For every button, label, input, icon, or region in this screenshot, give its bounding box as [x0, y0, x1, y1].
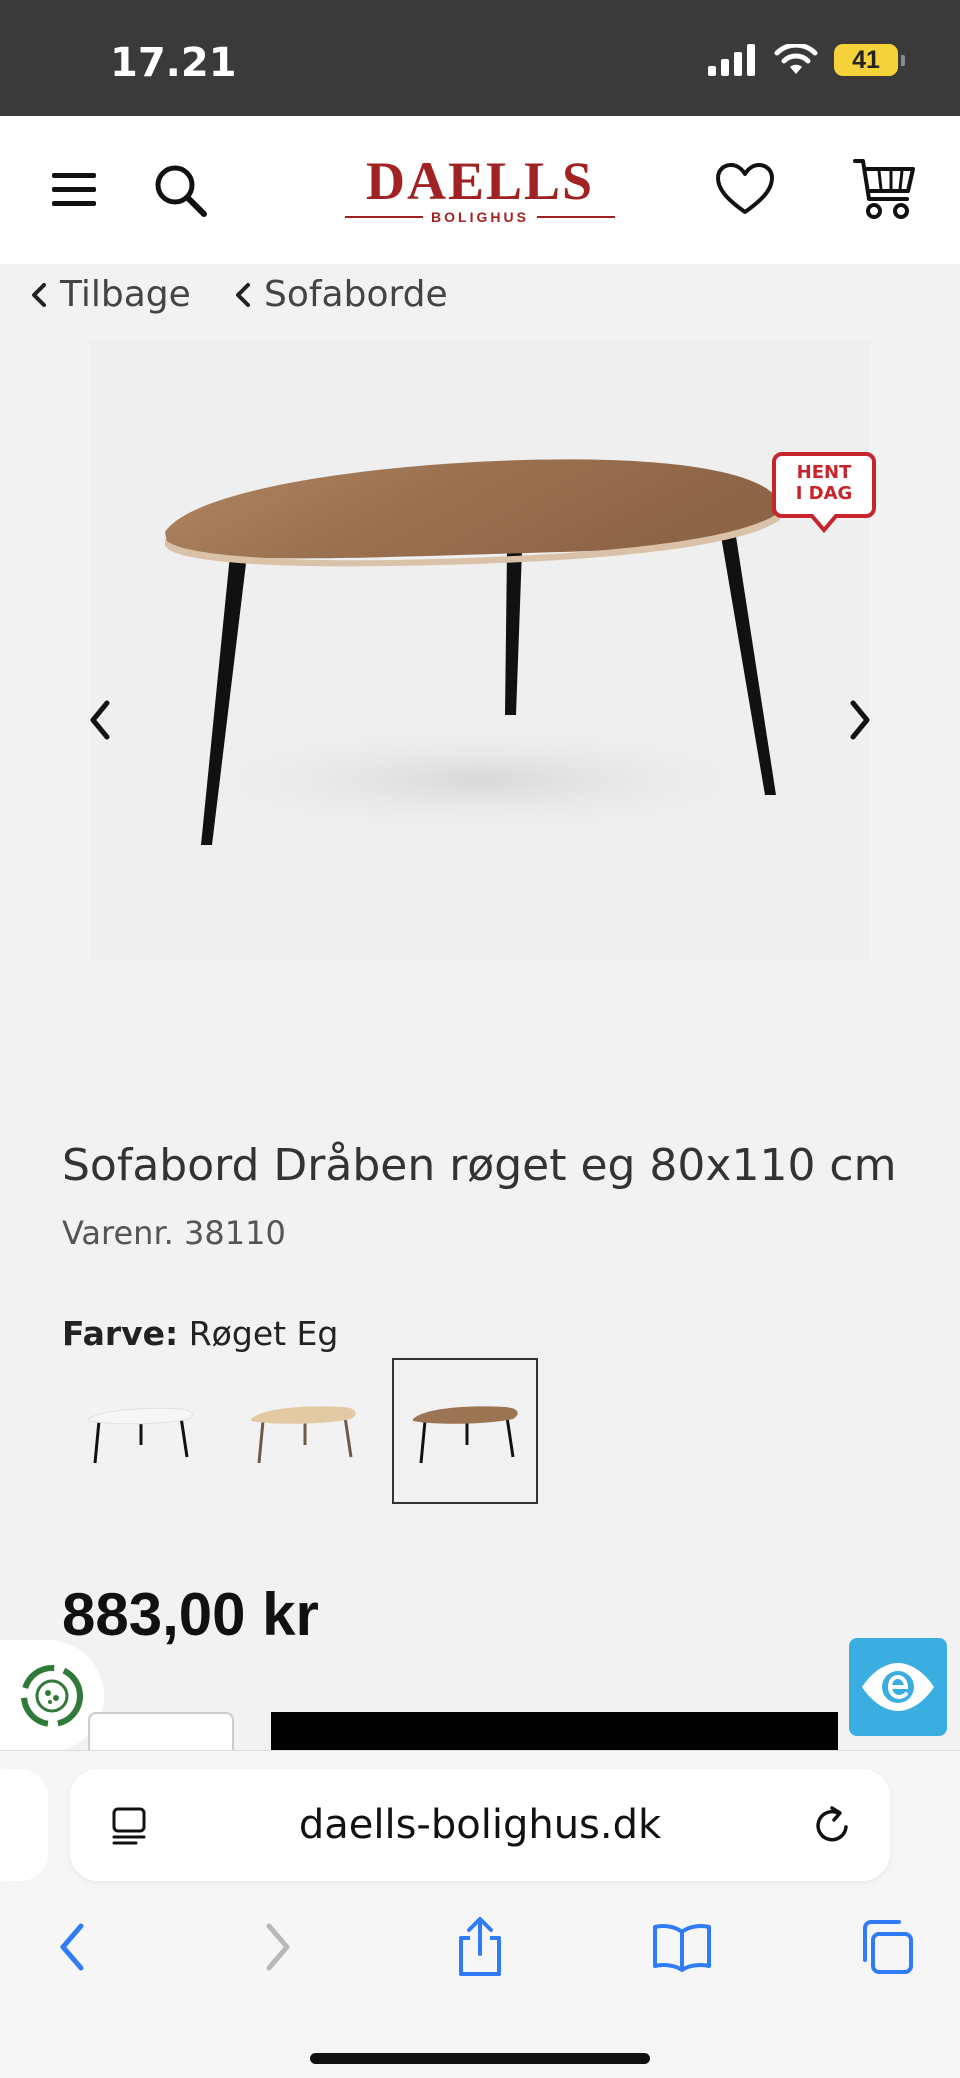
browser-back-button[interactable]: [36, 1911, 108, 1983]
product-title: Sofabord Dråben røget eg 80x110 cm: [62, 1140, 897, 1191]
reload-icon[interactable]: [812, 1805, 854, 1847]
badge-line-2: I DAG: [795, 483, 853, 504]
category-link-label: Sofaborde: [264, 274, 448, 315]
home-indicator[interactable]: [310, 2053, 650, 2064]
chevron-left-icon: [236, 282, 250, 307]
gallery-prev-button[interactable]: [70, 690, 130, 750]
wifi-icon: [774, 44, 818, 74]
browser-chrome: daells-bolighus.dk: [0, 1750, 960, 2078]
color-label: Farve:: [62, 1314, 179, 1353]
chevron-left-icon: [32, 282, 46, 307]
quantity-selector[interactable]: [88, 1712, 234, 1752]
logo-subline: BOLIGHUS: [345, 209, 615, 225]
logo-subtitle: BOLIGHUS: [431, 209, 529, 225]
chevron-left-icon: [60, 1923, 84, 1971]
site-logo[interactable]: DAELLS BOLIGHUS: [345, 154, 615, 230]
category-link[interactable]: Sofaborde: [234, 274, 448, 315]
share-button[interactable]: [444, 1911, 516, 1983]
menu-button[interactable]: [44, 160, 104, 220]
back-link[interactable]: Tilbage: [30, 274, 191, 315]
battery-indicator: 41: [834, 44, 905, 76]
chevron-left-icon: [90, 700, 110, 740]
chevron-right-icon: [850, 700, 870, 740]
logo-line-right: [536, 216, 615, 218]
tabs-button[interactable]: [850, 1911, 922, 1983]
share-icon: [459, 1917, 501, 1976]
cellular-signal-icon: [708, 44, 755, 76]
pickup-today-badge: HENT I DAG: [772, 452, 876, 534]
add-to-cart-button[interactable]: [271, 1712, 838, 1752]
status-bar: 17.21 41: [0, 0, 960, 116]
product-image: [150, 459, 810, 845]
color-value: Røget Eg: [188, 1314, 339, 1353]
logo-line-left: [345, 216, 424, 218]
color-swatch-smoked-oak[interactable]: [392, 1358, 538, 1504]
product-sku: Varenr. 38110: [62, 1214, 286, 1252]
heart-icon: [716, 163, 774, 214]
swatch-table-thumbnail: [413, 1406, 518, 1464]
eye-accessibility-icon: [862, 1663, 934, 1711]
swatch-table-thumbnail: [88, 1407, 193, 1464]
open-book-icon: [653, 1924, 711, 1972]
product-image-gallery[interactable]: [90, 340, 870, 960]
url-text: daells-bolighus.dk: [298, 1802, 662, 1848]
battery-level: 41: [852, 45, 880, 74]
browser-forward-button[interactable]: [242, 1911, 314, 1983]
site-header: DAELLS BOLIGHUS: [0, 116, 960, 264]
cart-button[interactable]: [848, 152, 920, 224]
product-price: 883,00 kr: [62, 1581, 319, 1648]
color-swatch-white[interactable]: [68, 1358, 214, 1504]
tabs-overview-icon: [863, 1920, 913, 1974]
address-bar[interactable]: daells-bolighus.dk: [70, 1769, 890, 1881]
badge-line-1: HENT: [796, 462, 852, 483]
search-icon: [155, 165, 207, 217]
status-icons: 41: [708, 44, 905, 76]
breadcrumb: Tilbage Sofaborde: [0, 264, 960, 328]
accessibility-widget-button[interactable]: [849, 1638, 947, 1736]
color-selection-label: Farve: Røget Eg: [62, 1314, 338, 1353]
bookmarks-button[interactable]: [646, 1911, 718, 1983]
gallery-next-button[interactable]: [830, 690, 890, 750]
chevron-right-icon: [266, 1923, 290, 1971]
back-link-label: Tilbage: [60, 274, 191, 315]
status-time: 17.21: [110, 40, 237, 86]
shopping-cart-icon: [853, 159, 915, 219]
search-button[interactable]: [148, 158, 212, 222]
recycle-badge-icon: [21, 1665, 83, 1727]
previous-tab-preview[interactable]: [0, 1769, 48, 1881]
swatch-table-thumbnail: [251, 1406, 356, 1464]
color-swatch-oak[interactable]: [230, 1358, 376, 1504]
logo-wordmark: DAELLS: [365, 151, 595, 211]
hamburger-menu-icon: [52, 173, 96, 206]
wishlist-button[interactable]: [714, 158, 776, 220]
